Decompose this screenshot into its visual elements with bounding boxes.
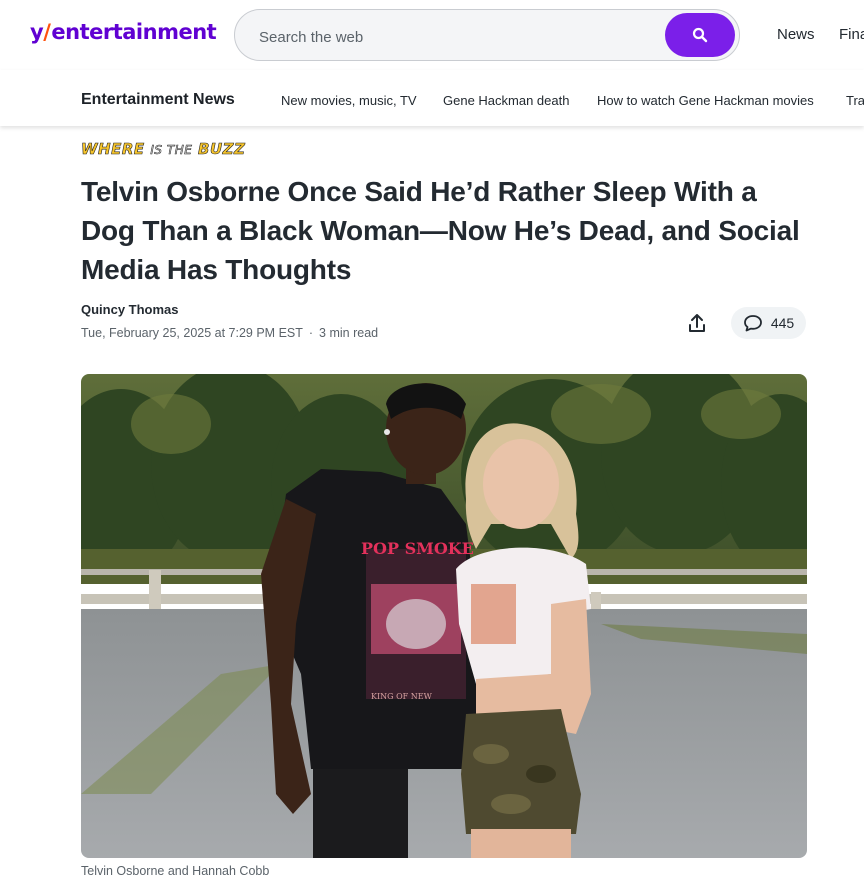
search-input[interactable] bbox=[257, 24, 661, 50]
comment-count: 445 bbox=[770, 315, 795, 331]
read-time: 3 min read bbox=[319, 326, 379, 340]
section-link-gene-hackman-movies[interactable]: How to watch Gene Hackman movies bbox=[597, 93, 814, 108]
comments-button[interactable]: 445 bbox=[731, 307, 806, 339]
yahoo-entertainment-logo[interactable]: y/entertainment bbox=[30, 20, 217, 44]
photo-illustration: POP SMOKE KING OF NEW bbox=[81, 374, 807, 858]
badge-word-buzz: BUZZ bbox=[198, 140, 246, 159]
article-meta: Tue, February 25, 2025 at 7:29 PM EST · 3 … bbox=[81, 326, 378, 340]
where-is-the-buzz-badge: WHERE IS THE BUZZ bbox=[81, 140, 246, 162]
section-link-gene-hackman-death[interactable]: Gene Hackman death bbox=[443, 93, 569, 108]
search-button[interactable] bbox=[665, 13, 735, 57]
comment-icon bbox=[743, 315, 762, 332]
section-title[interactable]: Entertainment News bbox=[81, 91, 235, 109]
photo-shirt-subtext: KING OF NEW bbox=[371, 692, 433, 701]
logo-mark: y bbox=[30, 20, 44, 44]
top-bar: y/entertainment News Fina bbox=[0, 0, 864, 70]
logo-text: entertainment bbox=[51, 20, 217, 44]
badge-word-is-the: IS THE bbox=[150, 143, 193, 158]
photo-shirt-text: POP SMOKE bbox=[361, 539, 474, 558]
nav-link-finance[interactable]: Fina bbox=[839, 26, 864, 43]
nav-link-news[interactable]: News bbox=[777, 26, 815, 43]
photo-caption: Telvin Osborne and Hannah Cobb bbox=[81, 864, 270, 878]
article-photo[interactable]: POP SMOKE KING OF NEW bbox=[81, 374, 807, 858]
section-link-new-movies[interactable]: New movies, music, TV bbox=[281, 93, 417, 108]
article-headline: Telvin Osborne Once Said He’d Rather Sle… bbox=[81, 176, 800, 285]
section-nav: Entertainment News New movies, music, TV… bbox=[0, 70, 864, 126]
search-box bbox=[234, 9, 740, 61]
share-button[interactable] bbox=[678, 306, 716, 340]
publish-date: Tue, February 25, 2025 at 7:29 PM EST bbox=[81, 326, 303, 340]
meta-separator: · bbox=[308, 326, 314, 340]
woman-figure bbox=[456, 423, 591, 858]
author-name[interactable]: Quincy Thomas bbox=[81, 302, 179, 317]
share-icon bbox=[689, 314, 705, 332]
logo-slash: / bbox=[43, 20, 51, 44]
section-link-trending[interactable]: Tra bbox=[846, 93, 864, 108]
search-icon bbox=[692, 27, 708, 43]
badge-word-where: WHERE bbox=[81, 140, 145, 159]
